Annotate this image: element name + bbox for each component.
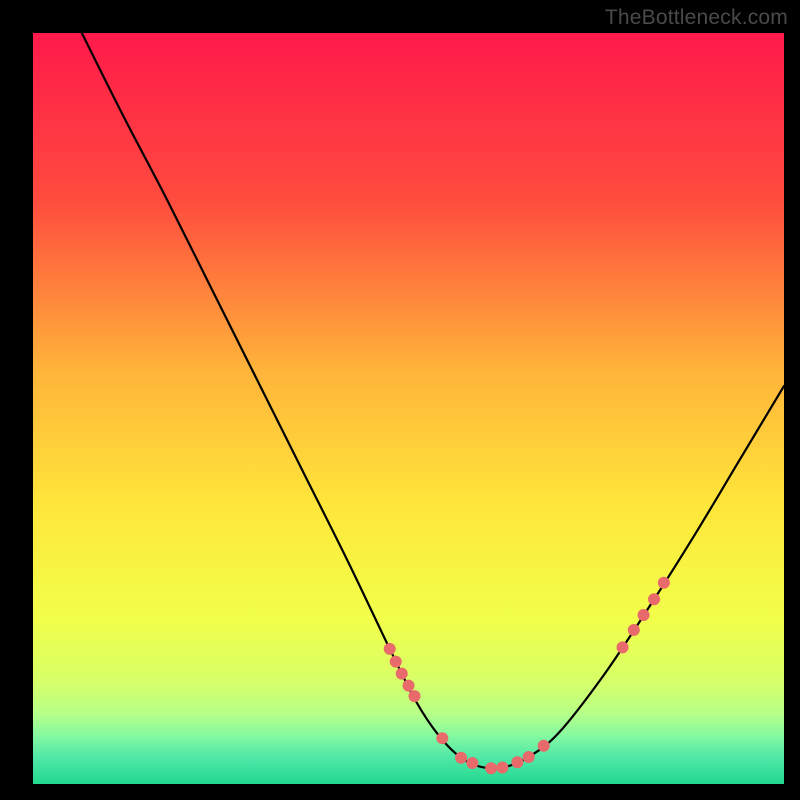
plot-area bbox=[33, 33, 784, 784]
chart-frame: TheBottleneck.com bbox=[0, 0, 800, 800]
marker-point bbox=[628, 624, 640, 636]
marker-point bbox=[403, 680, 415, 692]
marker-point bbox=[436, 732, 448, 744]
marker-point bbox=[511, 756, 523, 768]
marker-point bbox=[538, 740, 550, 752]
marker-point bbox=[466, 757, 478, 769]
marker-point bbox=[409, 690, 421, 702]
chart-svg bbox=[33, 33, 784, 784]
attribution-text: TheBottleneck.com bbox=[605, 6, 788, 30]
marker-point bbox=[638, 609, 650, 621]
marker-point bbox=[617, 641, 629, 653]
marker-point bbox=[384, 643, 396, 655]
marker-point bbox=[523, 751, 535, 763]
marker-point bbox=[496, 761, 508, 773]
marker-point bbox=[390, 656, 402, 668]
gradient-background bbox=[33, 33, 784, 784]
marker-point bbox=[396, 668, 408, 680]
marker-point bbox=[658, 577, 670, 589]
marker-point bbox=[455, 752, 467, 764]
marker-point bbox=[485, 762, 497, 774]
marker-point bbox=[648, 593, 660, 605]
